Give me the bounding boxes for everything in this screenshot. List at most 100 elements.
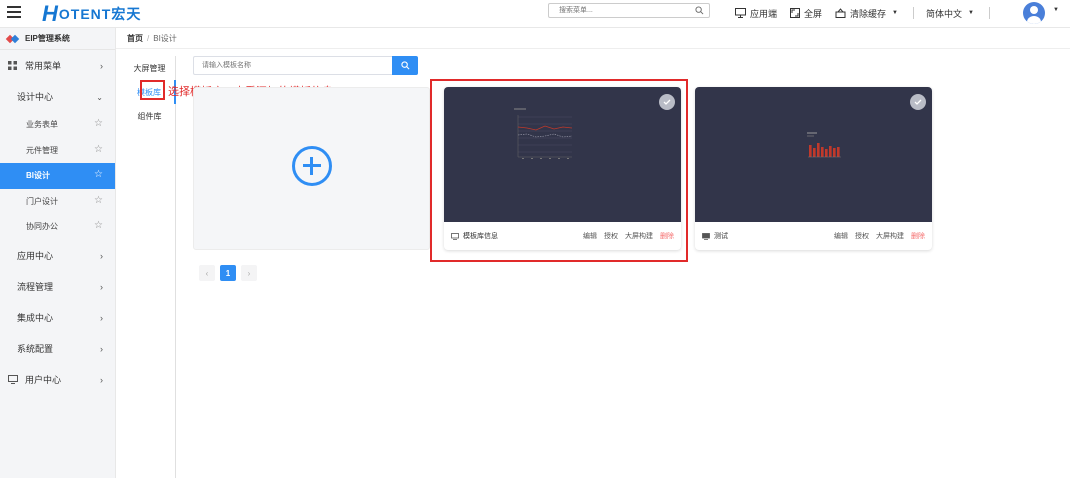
tab-screen-management[interactable]: 大屏管理 bbox=[124, 56, 175, 80]
divider bbox=[988, 7, 990, 19]
chevron-down-icon: ▼ bbox=[892, 10, 898, 16]
chevron-right-icon: › bbox=[100, 343, 103, 354]
top-actions: 应用端 全屏 清除缓存 ▼ 简体中文 ▼ bbox=[735, 5, 1002, 21]
system-title-text: EIP管理系统 bbox=[25, 34, 70, 43]
fullscreen-button[interactable]: 全屏 bbox=[790, 7, 822, 20]
language-label: 简体中文 bbox=[926, 8, 963, 19]
tab-label: 组件库 bbox=[137, 111, 162, 121]
clear-cache-button[interactable]: 清除缓存 ▼ bbox=[835, 7, 898, 20]
chevron-right-icon: › bbox=[100, 281, 103, 292]
menu-search-input[interactable] bbox=[549, 4, 689, 17]
sidebar-item-label: 流程管理 bbox=[17, 281, 54, 292]
star-icon[interactable]: ☆ bbox=[94, 195, 103, 206]
chevron-down-icon: ⌄ bbox=[96, 93, 103, 102]
sidebar-subitem-component-management[interactable]: 元件管理 ☆ bbox=[0, 138, 115, 164]
menu-search-box[interactable] bbox=[548, 3, 710, 18]
add-circle-icon[interactable] bbox=[291, 145, 332, 186]
authorize-button[interactable]: 授权 bbox=[855, 231, 869, 241]
add-template-card[interactable] bbox=[193, 87, 430, 250]
template-name: 测试 bbox=[702, 231, 827, 241]
top-bar: H OTENT宏天 应用端 全屏 清除缓存 ▼ 简体中文 ▼ ▼ bbox=[0, 0, 1070, 28]
prev-page-button[interactable]: ‹ bbox=[199, 265, 215, 281]
sidebar-item-integration-center[interactable]: 集成中心 › bbox=[0, 302, 115, 333]
page-number-button[interactable]: 1 bbox=[220, 265, 236, 281]
broom-icon bbox=[835, 8, 846, 18]
chevron-down-icon: ▼ bbox=[968, 10, 974, 16]
monitor-icon bbox=[702, 232, 710, 240]
annotation-card-highlight bbox=[430, 79, 688, 262]
logo-text: OTENT宏天 bbox=[58, 6, 142, 22]
template-search bbox=[193, 56, 418, 75]
breadcrumb-home[interactable]: 首页 bbox=[127, 34, 143, 43]
sidebar-item-user-center[interactable]: 用户中心 › bbox=[0, 364, 115, 395]
sidebar-item-design-center[interactable]: 设计中心 ⌄ bbox=[0, 81, 115, 112]
chevron-right-icon: › bbox=[100, 250, 103, 261]
sidebar-item-process-management[interactable]: 流程管理 › bbox=[0, 271, 115, 302]
template-card-footer: 测试 编辑 授权 大屏构建 删除 bbox=[695, 222, 932, 250]
system-logo-icon bbox=[7, 35, 19, 43]
logo-mark: H bbox=[42, 1, 58, 26]
sidebar: EIP管理系统 常用菜单 › 设计中心 ⌄ 业务表单 ☆ 元件管理 ☆ BI设计… bbox=[0, 28, 116, 478]
logo: H OTENT宏天 bbox=[42, 3, 141, 25]
sidebar-subitem-collaboration[interactable]: 协同办公 ☆ bbox=[0, 214, 115, 240]
sidebar-item-label: 常用菜单 bbox=[25, 61, 62, 71]
tab-component-library[interactable]: 组件库 bbox=[124, 104, 175, 128]
breadcrumb: 首页 / BI设计 bbox=[127, 33, 177, 44]
sidebar-subitem-business-form[interactable]: 业务表单 ☆ bbox=[0, 112, 115, 138]
star-icon[interactable]: ☆ bbox=[94, 170, 103, 180]
next-page-button[interactable]: › bbox=[241, 265, 257, 281]
sidebar-item-common-menu[interactable]: 常用菜单 › bbox=[0, 50, 115, 81]
sidebar-subitem-label: 协同办公 bbox=[26, 222, 58, 232]
sidebar-subitem-label: BI设计 bbox=[26, 171, 50, 181]
annotation-highlight-box bbox=[140, 80, 165, 100]
language-select[interactable]: 简体中文 ▼ bbox=[926, 7, 974, 20]
chevron-right-icon: › bbox=[100, 61, 103, 71]
template-name-text: 测试 bbox=[714, 233, 728, 240]
sidebar-item-label: 应用中心 bbox=[17, 250, 54, 261]
template-thumbnail[interactable] bbox=[695, 87, 932, 222]
sidebar-subitem-bi-design[interactable]: BI设计 ☆ bbox=[0, 163, 115, 189]
sidebar-item-label: 集成中心 bbox=[17, 312, 54, 323]
template-search-input[interactable] bbox=[193, 56, 392, 75]
pagination: ‹ 1 › bbox=[199, 265, 262, 281]
sidebar-subitem-label: 门户设计 bbox=[26, 196, 58, 206]
sidebar-item-label: 系统配置 bbox=[17, 343, 54, 354]
template-card[interactable]: 测试 编辑 授权 大屏构建 删除 bbox=[695, 87, 932, 250]
edit-button[interactable]: 编辑 bbox=[834, 231, 848, 241]
menu-toggle-icon[interactable] bbox=[7, 6, 21, 20]
monitor-icon bbox=[8, 374, 18, 384]
sidebar-item-app-center[interactable]: 应用中心 › bbox=[0, 240, 115, 271]
divider bbox=[116, 48, 1070, 49]
system-title[interactable]: EIP管理系统 bbox=[0, 28, 115, 50]
fullscreen-icon bbox=[790, 8, 801, 18]
chevron-right-icon: › bbox=[100, 312, 103, 323]
sidebar-subitem-label: 业务表单 bbox=[26, 120, 58, 130]
monitor-icon bbox=[735, 8, 746, 18]
bar-chart-thumbnail-icon bbox=[807, 132, 841, 158]
delete-button[interactable]: 删除 bbox=[911, 231, 925, 241]
star-icon[interactable]: ☆ bbox=[94, 144, 103, 155]
chevron-right-icon: › bbox=[100, 374, 103, 385]
sidebar-item-system-config[interactable]: 系统配置 › bbox=[0, 333, 115, 364]
grid-icon bbox=[8, 61, 18, 70]
clear-cache-label: 清除缓存 bbox=[850, 8, 887, 19]
chevron-down-icon[interactable]: ▼ bbox=[1053, 7, 1059, 13]
check-icon[interactable] bbox=[910, 94, 926, 110]
tab-label: 大屏管理 bbox=[133, 63, 166, 73]
search-icon bbox=[400, 61, 409, 70]
sidebar-subitem-label: 元件管理 bbox=[26, 145, 58, 155]
star-icon[interactable]: ☆ bbox=[94, 119, 103, 129]
app-end-button[interactable]: 应用端 bbox=[735, 7, 777, 20]
divider bbox=[913, 7, 914, 19]
build-screen-button[interactable]: 大屏构建 bbox=[876, 231, 904, 241]
template-search-button[interactable] bbox=[392, 56, 418, 75]
breadcrumb-current: BI设计 bbox=[153, 34, 177, 43]
sidebar-item-label: 设计中心 bbox=[17, 92, 54, 102]
avatar[interactable] bbox=[1023, 2, 1045, 24]
left-tabs: 大屏管理 模板库 组件库 bbox=[124, 56, 176, 478]
fullscreen-label: 全屏 bbox=[804, 8, 823, 19]
search-icon[interactable] bbox=[695, 6, 704, 15]
template-actions: 编辑 授权 大屏构建 删除 bbox=[827, 231, 925, 241]
sidebar-subitem-portal-design[interactable]: 门户设计 ☆ bbox=[0, 189, 115, 215]
star-icon[interactable]: ☆ bbox=[94, 221, 103, 231]
